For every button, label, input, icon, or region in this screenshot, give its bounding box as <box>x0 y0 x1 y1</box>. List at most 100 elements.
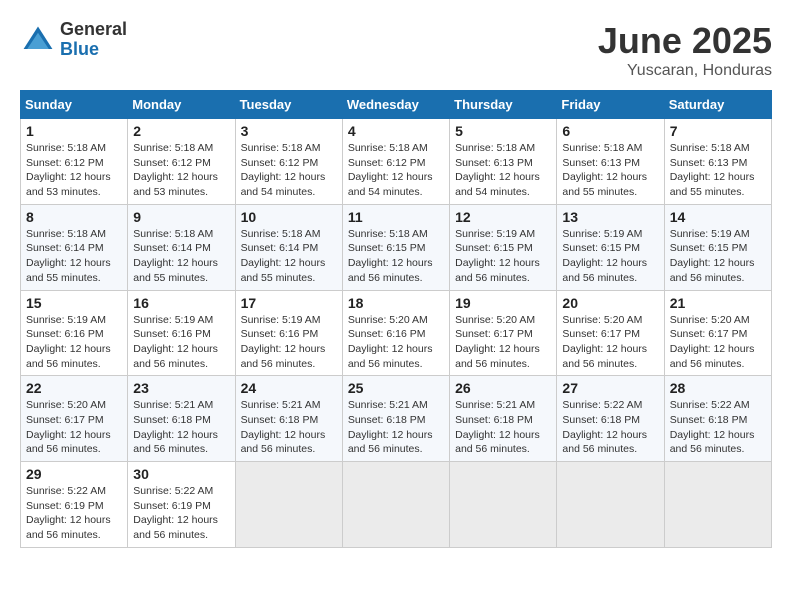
day-info: Sunrise: 5:18 AMSunset: 6:14 PMDaylight:… <box>26 228 111 284</box>
day-number: 3 <box>241 123 337 139</box>
day-info: Sunrise: 5:21 AMSunset: 6:18 PMDaylight:… <box>348 399 433 455</box>
calendar-cell: 5 Sunrise: 5:18 AMSunset: 6:13 PMDayligh… <box>450 119 557 205</box>
day-number: 25 <box>348 380 444 396</box>
header-thursday: Thursday <box>450 91 557 119</box>
calendar-cell: 3 Sunrise: 5:18 AMSunset: 6:12 PMDayligh… <box>235 119 342 205</box>
day-number: 17 <box>241 295 337 311</box>
day-info: Sunrise: 5:22 AMSunset: 6:18 PMDaylight:… <box>562 399 647 455</box>
day-info: Sunrise: 5:18 AMSunset: 6:12 PMDaylight:… <box>241 142 326 198</box>
day-number: 9 <box>133 209 229 225</box>
day-info: Sunrise: 5:18 AMSunset: 6:15 PMDaylight:… <box>348 228 433 284</box>
calendar-cell: 29 Sunrise: 5:22 AMSunset: 6:19 PMDaylig… <box>21 462 128 548</box>
calendar-week-row: 8 Sunrise: 5:18 AMSunset: 6:14 PMDayligh… <box>21 204 772 290</box>
calendar-week-row: 22 Sunrise: 5:20 AMSunset: 6:17 PMDaylig… <box>21 376 772 462</box>
calendar-cell: 22 Sunrise: 5:20 AMSunset: 6:17 PMDaylig… <box>21 376 128 462</box>
header-sunday: Sunday <box>21 91 128 119</box>
calendar-cell <box>450 462 557 548</box>
day-info: Sunrise: 5:18 AMSunset: 6:13 PMDaylight:… <box>562 142 647 198</box>
calendar-week-row: 1 Sunrise: 5:18 AMSunset: 6:12 PMDayligh… <box>21 119 772 205</box>
day-number: 28 <box>670 380 766 396</box>
day-number: 10 <box>241 209 337 225</box>
calendar-cell: 11 Sunrise: 5:18 AMSunset: 6:15 PMDaylig… <box>342 204 449 290</box>
day-info: Sunrise: 5:19 AMSunset: 6:16 PMDaylight:… <box>241 314 326 370</box>
day-info: Sunrise: 5:22 AMSunset: 6:18 PMDaylight:… <box>670 399 755 455</box>
day-number: 15 <box>26 295 122 311</box>
calendar-cell: 18 Sunrise: 5:20 AMSunset: 6:16 PMDaylig… <box>342 290 449 376</box>
calendar-cell: 8 Sunrise: 5:18 AMSunset: 6:14 PMDayligh… <box>21 204 128 290</box>
day-info: Sunrise: 5:19 AMSunset: 6:16 PMDaylight:… <box>133 314 218 370</box>
calendar-cell: 25 Sunrise: 5:21 AMSunset: 6:18 PMDaylig… <box>342 376 449 462</box>
day-number: 11 <box>348 209 444 225</box>
day-info: Sunrise: 5:19 AMSunset: 6:16 PMDaylight:… <box>26 314 111 370</box>
day-info: Sunrise: 5:20 AMSunset: 6:17 PMDaylight:… <box>670 314 755 370</box>
calendar-cell: 15 Sunrise: 5:19 AMSunset: 6:16 PMDaylig… <box>21 290 128 376</box>
logo-text: General Blue <box>60 20 127 60</box>
logo-general: General <box>60 20 127 40</box>
calendar-cell <box>664 462 771 548</box>
header-tuesday: Tuesday <box>235 91 342 119</box>
day-number: 24 <box>241 380 337 396</box>
calendar-cell: 2 Sunrise: 5:18 AMSunset: 6:12 PMDayligh… <box>128 119 235 205</box>
day-info: Sunrise: 5:18 AMSunset: 6:14 PMDaylight:… <box>241 228 326 284</box>
day-number: 12 <box>455 209 551 225</box>
header-saturday: Saturday <box>664 91 771 119</box>
logo-blue: Blue <box>60 40 127 60</box>
day-info: Sunrise: 5:18 AMSunset: 6:13 PMDaylight:… <box>455 142 540 198</box>
day-number: 4 <box>348 123 444 139</box>
logo-icon <box>20 22 56 58</box>
day-info: Sunrise: 5:20 AMSunset: 6:17 PMDaylight:… <box>455 314 540 370</box>
header-wednesday: Wednesday <box>342 91 449 119</box>
day-info: Sunrise: 5:20 AMSunset: 6:17 PMDaylight:… <box>562 314 647 370</box>
day-number: 29 <box>26 466 122 482</box>
day-number: 30 <box>133 466 229 482</box>
day-info: Sunrise: 5:18 AMSunset: 6:12 PMDaylight:… <box>26 142 111 198</box>
day-info: Sunrise: 5:22 AMSunset: 6:19 PMDaylight:… <box>26 485 111 541</box>
calendar-cell: 6 Sunrise: 5:18 AMSunset: 6:13 PMDayligh… <box>557 119 664 205</box>
day-number: 8 <box>26 209 122 225</box>
calendar-cell: 16 Sunrise: 5:19 AMSunset: 6:16 PMDaylig… <box>128 290 235 376</box>
day-info: Sunrise: 5:19 AMSunset: 6:15 PMDaylight:… <box>455 228 540 284</box>
calendar-cell: 19 Sunrise: 5:20 AMSunset: 6:17 PMDaylig… <box>450 290 557 376</box>
day-info: Sunrise: 5:22 AMSunset: 6:19 PMDaylight:… <box>133 485 218 541</box>
page-header: General Blue June 2025 Yuscaran, Hondura… <box>20 20 772 80</box>
calendar-week-row: 15 Sunrise: 5:19 AMSunset: 6:16 PMDaylig… <box>21 290 772 376</box>
calendar-week-row: 29 Sunrise: 5:22 AMSunset: 6:19 PMDaylig… <box>21 462 772 548</box>
calendar-cell: 12 Sunrise: 5:19 AMSunset: 6:15 PMDaylig… <box>450 204 557 290</box>
title-area: June 2025 Yuscaran, Honduras <box>598 20 772 80</box>
day-info: Sunrise: 5:19 AMSunset: 6:15 PMDaylight:… <box>562 228 647 284</box>
day-number: 26 <box>455 380 551 396</box>
calendar-cell: 1 Sunrise: 5:18 AMSunset: 6:12 PMDayligh… <box>21 119 128 205</box>
day-info: Sunrise: 5:21 AMSunset: 6:18 PMDaylight:… <box>455 399 540 455</box>
calendar-cell: 9 Sunrise: 5:18 AMSunset: 6:14 PMDayligh… <box>128 204 235 290</box>
day-info: Sunrise: 5:18 AMSunset: 6:13 PMDaylight:… <box>670 142 755 198</box>
day-number: 19 <box>455 295 551 311</box>
day-number: 18 <box>348 295 444 311</box>
day-number: 22 <box>26 380 122 396</box>
calendar-cell: 30 Sunrise: 5:22 AMSunset: 6:19 PMDaylig… <box>128 462 235 548</box>
header-monday: Monday <box>128 91 235 119</box>
day-number: 20 <box>562 295 658 311</box>
day-headers-row: Sunday Monday Tuesday Wednesday Thursday… <box>21 91 772 119</box>
day-number: 6 <box>562 123 658 139</box>
day-number: 13 <box>562 209 658 225</box>
day-number: 27 <box>562 380 658 396</box>
day-number: 14 <box>670 209 766 225</box>
day-number: 23 <box>133 380 229 396</box>
day-info: Sunrise: 5:21 AMSunset: 6:18 PMDaylight:… <box>241 399 326 455</box>
calendar-cell: 7 Sunrise: 5:18 AMSunset: 6:13 PMDayligh… <box>664 119 771 205</box>
calendar-cell: 28 Sunrise: 5:22 AMSunset: 6:18 PMDaylig… <box>664 376 771 462</box>
day-info: Sunrise: 5:18 AMSunset: 6:12 PMDaylight:… <box>348 142 433 198</box>
calendar-cell <box>557 462 664 548</box>
calendar-cell <box>342 462 449 548</box>
calendar-table: Sunday Monday Tuesday Wednesday Thursday… <box>20 90 772 548</box>
day-number: 1 <box>26 123 122 139</box>
header-friday: Friday <box>557 91 664 119</box>
calendar-cell <box>235 462 342 548</box>
calendar-cell: 20 Sunrise: 5:20 AMSunset: 6:17 PMDaylig… <box>557 290 664 376</box>
calendar-cell: 27 Sunrise: 5:22 AMSunset: 6:18 PMDaylig… <box>557 376 664 462</box>
calendar-cell: 4 Sunrise: 5:18 AMSunset: 6:12 PMDayligh… <box>342 119 449 205</box>
day-info: Sunrise: 5:18 AMSunset: 6:12 PMDaylight:… <box>133 142 218 198</box>
day-info: Sunrise: 5:20 AMSunset: 6:17 PMDaylight:… <box>26 399 111 455</box>
calendar-cell: 21 Sunrise: 5:20 AMSunset: 6:17 PMDaylig… <box>664 290 771 376</box>
calendar-cell: 10 Sunrise: 5:18 AMSunset: 6:14 PMDaylig… <box>235 204 342 290</box>
